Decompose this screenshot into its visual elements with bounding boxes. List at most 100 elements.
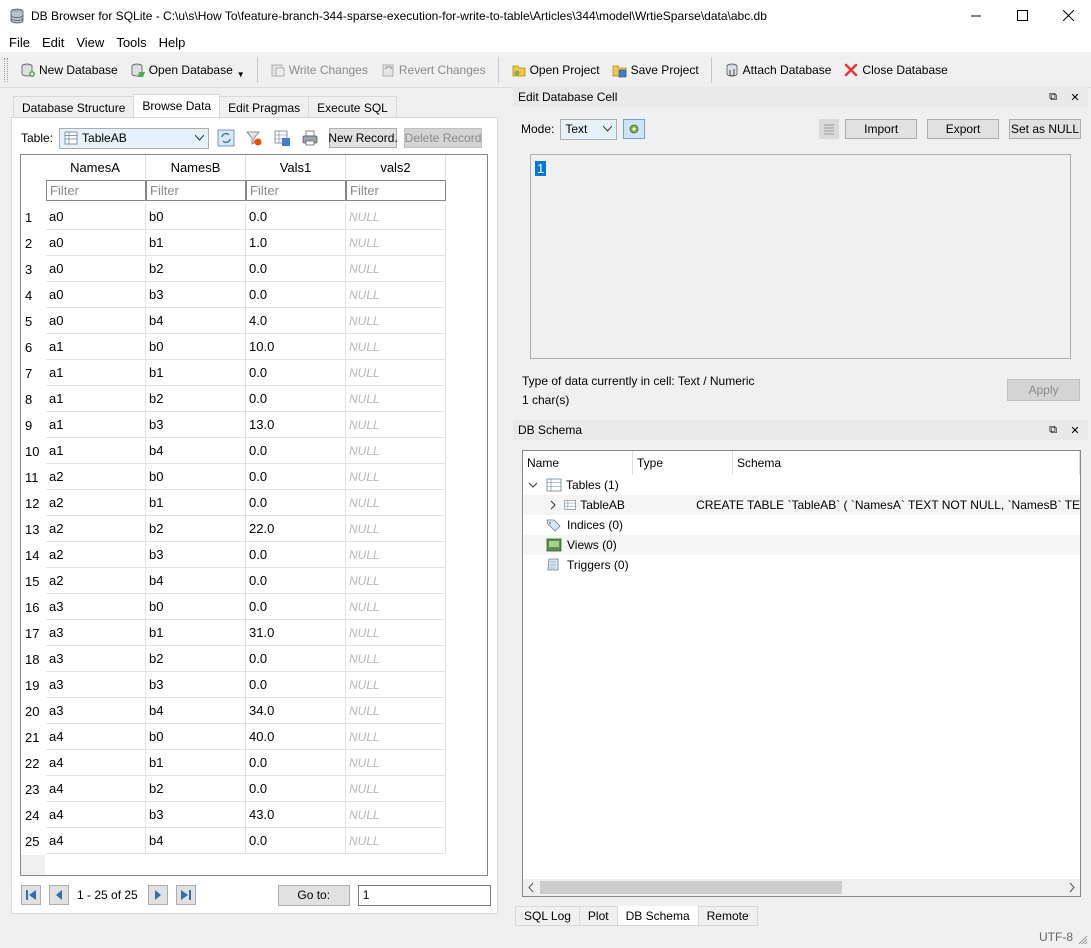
revert-changes-button[interactable]: Revert Changes	[374, 56, 492, 84]
row-number[interactable]: 15	[21, 568, 44, 594]
delete-record-button[interactable]: Delete Record	[404, 128, 483, 148]
cell-vals2[interactable]: NULL	[346, 672, 446, 698]
cell-namesa[interactable]: a3	[46, 646, 146, 672]
cell-namesa[interactable]: a2	[46, 542, 146, 568]
cell-vals2[interactable]: NULL	[346, 724, 446, 750]
cell-vals1[interactable]: 0.0	[246, 672, 346, 698]
cell-vals2[interactable]: NULL	[346, 802, 446, 828]
auto-format-button[interactable]	[623, 119, 646, 139]
row-number[interactable]: 5	[21, 308, 44, 334]
tree-item-tables[interactable]: Tables (1)	[523, 475, 1080, 495]
cell-vals2[interactable]: NULL	[346, 412, 446, 438]
tree-item-indices[interactable]: Indices (0)	[523, 515, 1080, 535]
column-header-namesa[interactable]: NamesA	[45, 155, 146, 179]
cell-namesb[interactable]: b0	[146, 724, 246, 750]
cell-namesb[interactable]: b3	[146, 282, 246, 308]
cell-namesb[interactable]: b1	[146, 750, 246, 776]
cell-namesa[interactable]: a1	[46, 438, 146, 464]
cell-vals2[interactable]: NULL	[346, 282, 446, 308]
goto-button[interactable]: Go to:	[277, 884, 350, 906]
row-number[interactable]: 3	[21, 256, 44, 282]
horizontal-scrollbar[interactable]	[523, 879, 1080, 896]
word-wrap-button[interactable]	[819, 119, 840, 139]
cell-vals1[interactable]: 0.0	[246, 464, 346, 490]
row-number[interactable]: 4	[21, 282, 44, 308]
cell-namesb[interactable]: b0	[146, 204, 246, 230]
column-header-vals1[interactable]: Vals1	[246, 155, 346, 179]
row-number[interactable]: 8	[21, 386, 44, 412]
tab-browse-data[interactable]: Browse Data	[133, 94, 221, 117]
mode-select[interactable]: Text	[560, 118, 618, 140]
cell-namesa[interactable]: a2	[46, 490, 146, 516]
undock-icon[interactable]: ⧉	[1046, 423, 1060, 437]
cell-namesb[interactable]: b2	[146, 386, 246, 412]
row-number[interactable]: 7	[21, 360, 44, 386]
row-number[interactable]: 22	[21, 750, 44, 776]
tab-sql-log[interactable]: SQL Log	[515, 906, 580, 926]
cell-vals2[interactable]: NULL	[346, 776, 446, 802]
cell-namesa[interactable]: a0	[46, 282, 146, 308]
cell-namesb[interactable]: b1	[146, 230, 246, 256]
undock-icon[interactable]: ⧉	[1046, 90, 1060, 104]
scroll-right-icon[interactable]	[1063, 879, 1080, 896]
row-number[interactable]: 19	[21, 672, 44, 698]
cell-vals1[interactable]: 0.0	[246, 542, 346, 568]
filter-input-namesa[interactable]: Filter	[46, 180, 146, 201]
cell-namesa[interactable]: a0	[46, 230, 146, 256]
cell-namesb[interactable]: b1	[146, 490, 246, 516]
row-number[interactable]: 2	[21, 230, 44, 256]
cell-namesa[interactable]: a4	[46, 724, 146, 750]
cell-namesa[interactable]: a1	[46, 412, 146, 438]
row-number[interactable]: 9	[21, 412, 44, 438]
cell-namesa[interactable]: a1	[46, 360, 146, 386]
cell-namesa[interactable]: a0	[46, 256, 146, 282]
toolbar-grip[interactable]	[4, 57, 8, 82]
chevron-down-icon[interactable]	[528, 480, 538, 490]
close-database-button[interactable]: Close Database	[837, 56, 953, 84]
schema-header-name[interactable]: Name	[523, 451, 633, 475]
cell-vals2[interactable]: NULL	[346, 360, 446, 386]
new-database-button[interactable]: New Database	[14, 56, 124, 84]
schema-header-type[interactable]: Type	[633, 451, 733, 475]
cell-namesb[interactable]: b4	[146, 568, 246, 594]
import-button[interactable]: Import	[845, 119, 918, 139]
resize-grip-icon[interactable]	[1078, 935, 1088, 945]
tab-db-schema[interactable]: DB Schema	[616, 906, 699, 926]
row-number[interactable]: 21	[21, 724, 44, 750]
cell-vals1[interactable]: 0.0	[246, 360, 346, 386]
close-icon[interactable]: ✕	[1068, 90, 1082, 104]
cell-vals1[interactable]: 0.0	[246, 646, 346, 672]
cell-namesa[interactable]: a0	[46, 204, 146, 230]
open-project-button[interactable]: Open Project	[505, 56, 606, 84]
cell-vals1[interactable]: 1.0	[246, 230, 346, 256]
cell-vals2[interactable]: NULL	[346, 204, 446, 230]
row-number[interactable]: 10	[21, 438, 44, 464]
scroll-left-icon[interactable]	[523, 879, 540, 896]
cell-namesa[interactable]: a3	[46, 672, 146, 698]
cell-namesb[interactable]: b4	[146, 828, 246, 854]
filter-input-vals2[interactable]: Filter	[346, 180, 446, 201]
cell-editor[interactable]: 1	[530, 154, 1071, 359]
cell-namesa[interactable]: a0	[46, 308, 146, 334]
cell-namesb[interactable]: b3	[146, 802, 246, 828]
cell-vals1[interactable]: 0.0	[246, 776, 346, 802]
tab-plot[interactable]: Plot	[578, 906, 618, 926]
cell-vals2[interactable]: NULL	[346, 386, 446, 412]
table-select[interactable]: TableAB	[59, 127, 210, 149]
cell-namesb[interactable]: b3	[146, 542, 246, 568]
new-record-button[interactable]: New Record.	[328, 128, 398, 148]
cell-vals1[interactable]: 10.0	[246, 334, 346, 360]
row-number[interactable]: 18	[21, 646, 44, 672]
cell-namesa[interactable]: a3	[46, 594, 146, 620]
cell-namesb[interactable]: b3	[146, 412, 246, 438]
cell-vals1[interactable]: 22.0	[246, 516, 346, 542]
tab-remote[interactable]: Remote	[697, 906, 758, 926]
cell-vals1[interactable]: 0.0	[246, 386, 346, 412]
cell-vals2[interactable]: NULL	[346, 516, 446, 542]
cell-vals2[interactable]: NULL	[346, 542, 446, 568]
next-page-button[interactable]	[147, 885, 168, 905]
cell-vals2[interactable]: NULL	[346, 646, 446, 672]
chevron-right-icon[interactable]	[548, 500, 556, 510]
cell-vals1[interactable]: 0.0	[246, 204, 346, 230]
cell-namesa[interactable]: a2	[46, 464, 146, 490]
